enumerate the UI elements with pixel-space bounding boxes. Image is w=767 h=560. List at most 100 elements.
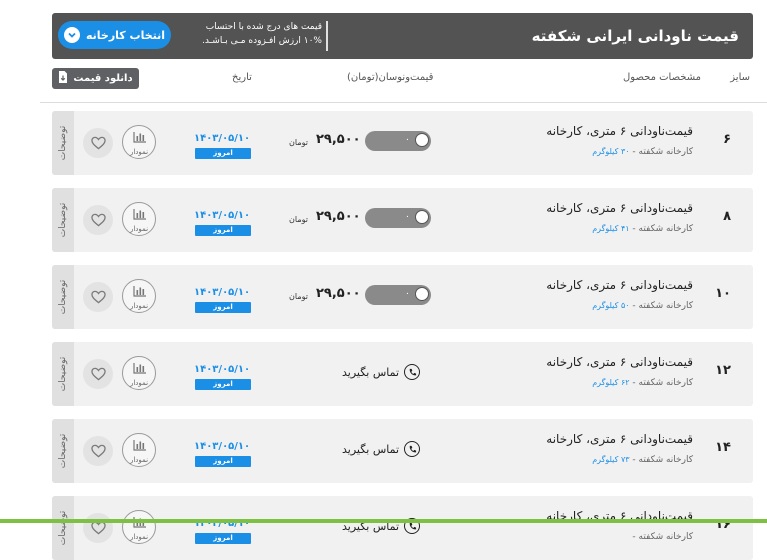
toggle-knob [415, 287, 429, 301]
chart-button[interactable]: نمودار [122, 125, 156, 159]
heart-icon[interactable] [83, 205, 113, 235]
product-subtitle: کارخانه شکفته - ۳۰ کیلوگرم [592, 147, 693, 157]
bar-chart-icon [132, 205, 146, 224]
product-subtitle: کارخانه شکفته - ۵۰ کیلوگرم [592, 301, 693, 311]
product-subtitle: کارخانه شکفته - [632, 532, 693, 542]
price-change-toggle[interactable]: ۰ [365, 285, 431, 305]
product-weight: ۳۰ کیلوگرم [592, 147, 630, 156]
details-tab[interactable]: توضیحات [52, 496, 74, 560]
select-factory-button[interactable]: انتخاب کارخانه [58, 21, 171, 49]
column-specs: مشخصات محصول [623, 72, 701, 83]
contact-us-link[interactable]: تماس بگیرید [342, 441, 421, 457]
price-date: ۱۴۰۳/۰۵/۱۰ [194, 210, 251, 221]
heart-icon[interactable] [83, 128, 113, 158]
today-badge: امروز [195, 456, 251, 467]
price-change-value: ۰ [405, 135, 410, 145]
price-value: ۲۹,۵۰۰ [316, 209, 361, 224]
header-divider [326, 21, 328, 51]
today-badge: امروز [195, 533, 251, 544]
toggle-knob [415, 133, 429, 147]
details-label: توضیحات [58, 356, 68, 392]
product-size: ۸ [723, 209, 731, 224]
product-subtitle: کارخانه شکفته - ۷۳ کیلوگرم [592, 455, 693, 465]
toggle-knob [415, 210, 429, 224]
bottom-accent-bar [0, 519, 767, 523]
currency-label: تومان [289, 215, 308, 224]
factory-name: کارخانه شکفته - [632, 378, 693, 388]
bar-chart-icon [132, 359, 146, 378]
phone-icon [404, 441, 421, 457]
chart-label: نمودار [129, 456, 149, 464]
details-label: توضیحات [58, 433, 68, 469]
vat-note-line2: ۱۰% ارزش افـزوده مـی بـاشـد. [202, 36, 322, 46]
bar-chart-icon [132, 128, 146, 147]
select-factory-label: انتخاب کارخانه [85, 28, 166, 42]
heart-icon[interactable] [83, 513, 113, 543]
download-price-button[interactable]: دانلود قیمت [52, 68, 139, 89]
factory-name: کارخانه شکفته - [632, 301, 693, 311]
table-row: توضیحات نمودار ۱۴۰۳/۰۵/۱۰ امروز تومان ۲۹,۵۰۰ ۰… [52, 188, 753, 252]
column-date: تاریخ [232, 72, 252, 83]
heart-icon[interactable] [83, 436, 113, 466]
factory-name: کارخانه شکفته - [632, 455, 693, 465]
details-tab[interactable]: توضیحات [52, 111, 74, 175]
chart-button[interactable]: نمودار [122, 279, 156, 313]
factory-name: کارخانه شکفته - [632, 147, 693, 157]
product-weight: ۷۳ کیلوگرم [592, 455, 630, 464]
details-label: توضیحات [58, 279, 68, 315]
product-size: ۶ [723, 132, 731, 147]
details-tab[interactable]: توضیحات [52, 419, 74, 483]
price-value: ۲۹,۵۰۰ [316, 132, 361, 147]
product-name-link[interactable]: قیمت‌ناودانی ۶ متری، کارخانه [546, 278, 693, 292]
chart-button[interactable]: نمودار [122, 433, 156, 467]
today-badge: امروز [195, 225, 251, 236]
details-tab[interactable]: توضیحات [52, 188, 74, 252]
table-row: توضیحات نمودار ۱۴۰۳/۰۵/۱۰ امروز تماس بگیرید ق… [52, 496, 753, 560]
today-badge: امروز [195, 379, 251, 390]
product-size: ۱۴ [715, 440, 731, 455]
chart-label: نمودار [129, 148, 149, 156]
price-date: ۱۴۰۳/۰۵/۱۰ [194, 287, 251, 298]
product-name-link[interactable]: قیمت‌ناودانی ۶ متری، کارخانه [546, 201, 693, 215]
product-name-link[interactable]: قیمت‌ناودانی ۶ متری، کارخانه [546, 355, 693, 369]
details-tab[interactable]: توضیحات [52, 265, 74, 329]
factory-name: کارخانه شکفته - [632, 224, 693, 234]
price-date: ۱۴۰۳/۰۵/۱۰ [194, 441, 251, 452]
chart-button[interactable]: نمودار [122, 356, 156, 390]
chart-label: نمودار [129, 379, 149, 387]
product-weight: ۵۰ کیلوگرم [592, 301, 630, 310]
currency-label: تومان [289, 138, 308, 147]
contact-us-link[interactable]: تماس بگیرید [342, 364, 421, 380]
product-name-link[interactable]: قیمت‌ناودانی ۶ متری، کارخانه [546, 432, 693, 446]
file-download-icon [58, 71, 68, 86]
product-weight: ۴۱ کیلوگرم [592, 224, 630, 233]
vat-note: قیمت های درج شده با احتساب ۱۰% ارزش افـز… [186, 20, 322, 48]
column-size: سایز [730, 72, 750, 83]
vat-note-line1: قیمت های درج شده با احتساب [205, 22, 322, 32]
table-row: توضیحات نمودار ۱۴۰۳/۰۵/۱۰ امروز تومان ۲۹,۵۰۰ ۰… [52, 265, 753, 329]
header-divider-line [40, 102, 767, 103]
table-row: توضیحات نمودار ۱۴۰۳/۰۵/۱۰ امروز تماس بگیرید ق… [52, 419, 753, 483]
chart-label: نمودار [129, 225, 149, 233]
bar-chart-icon [132, 282, 146, 301]
price-change-toggle[interactable]: ۰ [365, 131, 431, 151]
page-title: قیمت ناودانی ایرانی شکفته [531, 27, 739, 45]
table-row: توضیحات نمودار ۱۴۰۳/۰۵/۱۰ امروز تومان ۲۹,۵۰۰ ۰… [52, 111, 753, 175]
price-value: ۲۹,۵۰۰ [316, 286, 361, 301]
price-date: ۱۴۰۳/۰۵/۱۰ [194, 364, 251, 375]
page-header: قیمت ناودانی ایرانی شکفته قیمت های درج ش… [52, 13, 753, 59]
factory-name: کارخانه شکفته - [632, 532, 693, 542]
contact-us-label: تماس بگیرید [342, 442, 400, 456]
details-tab[interactable]: توضیحات [52, 342, 74, 406]
product-name-link[interactable]: قیمت‌ناودانی ۶ متری، کارخانه [546, 124, 693, 138]
heart-icon[interactable] [83, 282, 113, 312]
chart-label: نمودار [129, 302, 149, 310]
details-label: توضیحات [58, 510, 68, 546]
chart-button[interactable]: نمودار [122, 202, 156, 236]
product-subtitle: کارخانه شکفته - ۶۲ کیلوگرم [592, 378, 693, 388]
heart-icon[interactable] [83, 359, 113, 389]
chart-button[interactable]: نمودار [122, 510, 156, 544]
price-change-toggle[interactable]: ۰ [365, 208, 431, 228]
price-date: ۱۴۰۳/۰۵/۱۰ [194, 133, 251, 144]
today-badge: امروز [195, 302, 251, 313]
